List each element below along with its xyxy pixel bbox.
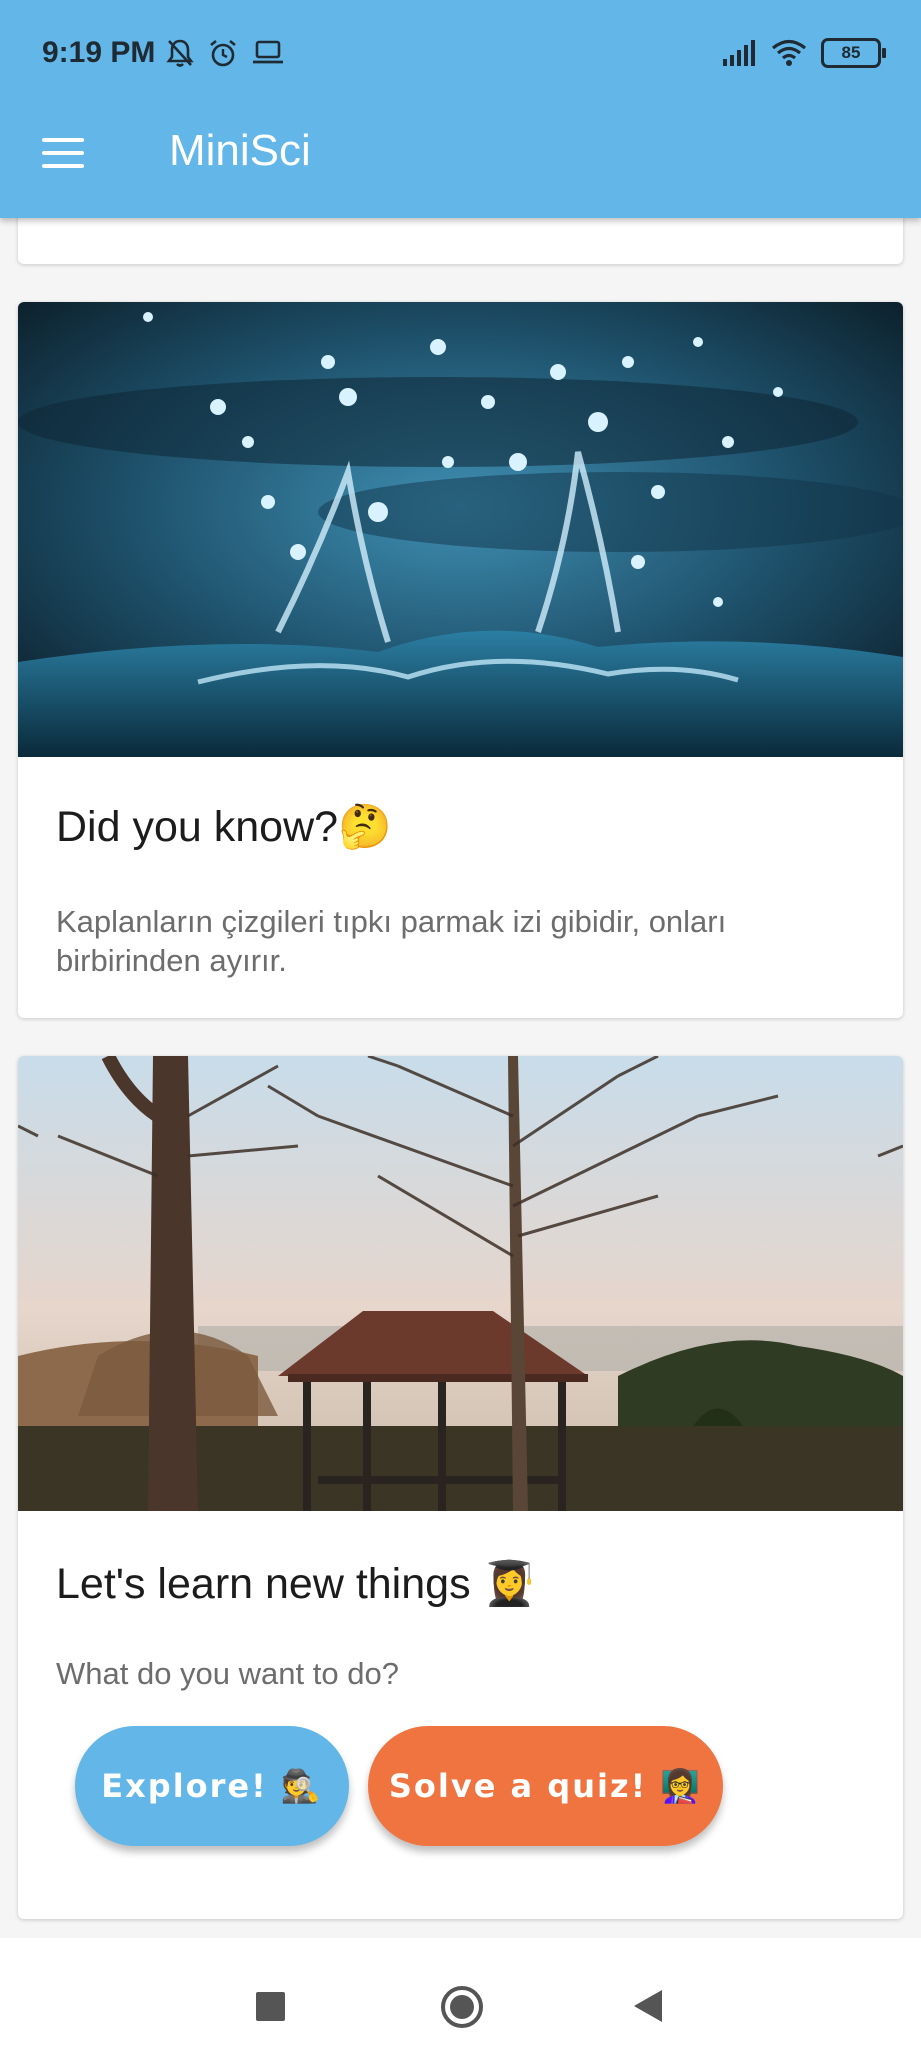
wifi-icon [771, 39, 807, 66]
water-splash-image [18, 302, 903, 757]
alarm-icon [210, 39, 236, 67]
home-icon[interactable] [441, 1986, 483, 2028]
bell-off-icon [166, 39, 194, 67]
hamburger-menu-icon[interactable] [40, 134, 88, 174]
fact-card-text: Kaplanların çizgileri tıpkı parmak izi g… [56, 904, 727, 978]
learn-card: Let's learn new things 👩‍🎓 What do you w… [18, 1056, 903, 1919]
app-title: MiniSci [169, 126, 311, 175]
status-icons-right: 85 [721, 38, 886, 68]
recents-icon[interactable] [256, 1992, 285, 2021]
app-bar: 9:19 PM 85 MiniSci [0, 0, 921, 218]
fact-card-title: Did you know?🤔 [56, 803, 392, 851]
status-icons-left [166, 38, 284, 68]
signal-icon [723, 40, 755, 66]
back-icon[interactable] [634, 1990, 662, 2022]
status-time: 9:19 PM [42, 36, 156, 69]
explore-button[interactable]: Explore! 🕵️ [75, 1726, 349, 1846]
park-gazebo-image [18, 1056, 903, 1511]
battery-icon: 85 [821, 38, 886, 68]
system-nav-bar [0, 1938, 921, 2048]
fact-card[interactable]: Did you know?🤔 Kaplanların çizgileri tıp… [18, 302, 903, 1018]
learn-card-title: Let's learn new things 👩‍🎓 [56, 1560, 537, 1608]
learn-card-prompt: What do you want to do? [56, 1656, 399, 1691]
laptop-icon [253, 40, 283, 64]
solve-quiz-button[interactable]: Solve a quiz! 👩‍🏫 [368, 1726, 723, 1846]
